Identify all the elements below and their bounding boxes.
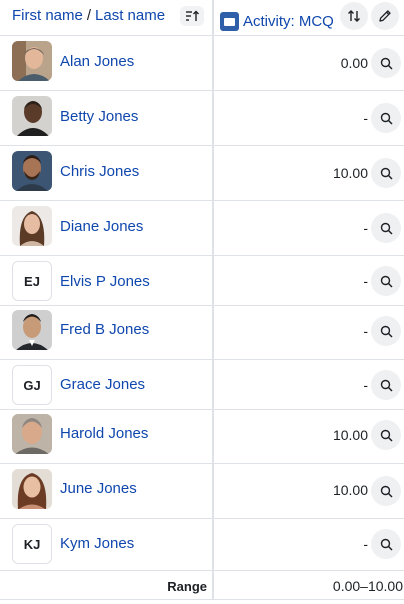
search-icon (380, 538, 393, 551)
search-icon (380, 379, 393, 392)
grade-value: 0.00 (340, 55, 368, 71)
activity-column-header[interactable]: Activity: MCQ (243, 13, 334, 30)
student-name-link[interactable]: Diane Jones (60, 218, 143, 235)
table-header: First name / Last name Activity: MCQ (0, 0, 404, 36)
view-grade-button[interactable] (371, 266, 401, 296)
avatar-initials: KJ (12, 524, 52, 564)
sort-order-icon (186, 10, 199, 21)
table-row: KJ Kym Jones - (0, 519, 404, 570)
search-icon (380, 57, 393, 70)
grade-value: 10.00 (332, 427, 368, 443)
grader-report-table: First name / Last name Activity: MCQ Ala… (0, 0, 404, 604)
table-row: Fred B Jones - (0, 306, 404, 360)
sort-last-name-link[interactable]: Last name (95, 7, 165, 24)
avatar-initials: GJ (12, 365, 52, 405)
view-grade-button[interactable] (371, 103, 401, 133)
grade-value: - (363, 273, 368, 289)
search-icon (380, 112, 393, 125)
avatar (12, 41, 52, 81)
view-grade-button[interactable] (371, 213, 401, 243)
student-name-link[interactable]: Elvis P Jones (60, 273, 150, 290)
avatar-initials: EJ (12, 261, 52, 301)
collapse-expand-button[interactable] (340, 2, 368, 30)
grade-value: - (363, 377, 368, 393)
table-row: Harold Jones 10.00 (0, 410, 404, 464)
avatar (12, 206, 52, 246)
student-name-link[interactable]: Harold Jones (60, 425, 148, 442)
search-icon (380, 167, 393, 180)
table-row: Alan Jones 0.00 (0, 36, 404, 91)
avatar (12, 96, 52, 136)
edit-grades-button[interactable] (371, 2, 399, 30)
grade-value: - (363, 220, 368, 236)
table-row: June Jones 10.00 (0, 464, 404, 519)
range-value: 0.00–10.00 (332, 578, 403, 594)
student-name-link[interactable]: Alan Jones (60, 53, 134, 70)
view-grade-button[interactable] (371, 370, 401, 400)
range-label: Range (167, 579, 207, 594)
grade-value: 10.00 (332, 165, 368, 181)
sort-toggle-button[interactable] (180, 6, 204, 26)
view-grade-button[interactable] (371, 476, 401, 506)
avatar (12, 310, 52, 350)
table-row: Betty Jones - (0, 91, 404, 146)
view-grade-button[interactable] (371, 420, 401, 450)
table-row: EJ Elvis P Jones - (0, 256, 404, 306)
range-row: Range 0.00–10.00 (0, 570, 404, 600)
student-name-link[interactable]: Grace Jones (60, 376, 145, 393)
student-name-link[interactable]: Betty Jones (60, 108, 138, 125)
view-grade-button[interactable] (371, 158, 401, 188)
table-row: Chris Jones 10.00 (0, 146, 404, 201)
student-name-link[interactable]: June Jones (60, 480, 137, 497)
swap-arrows-icon (348, 10, 360, 22)
search-icon (380, 485, 393, 498)
view-grade-button[interactable] (371, 316, 401, 346)
avatar (12, 469, 52, 509)
grade-value: - (363, 110, 368, 126)
table-row: Diane Jones - (0, 201, 404, 256)
student-name-link[interactable]: Chris Jones (60, 163, 139, 180)
name-separator: / (86, 7, 92, 24)
quiz-activity-icon (220, 12, 239, 31)
avatar (12, 414, 52, 454)
view-grade-button[interactable] (371, 529, 401, 559)
grade-value: - (363, 323, 368, 339)
view-grade-button[interactable] (371, 48, 401, 78)
student-name-link[interactable]: Kym Jones (60, 535, 134, 552)
table-row: GJ Grace Jones - (0, 360, 404, 410)
pencil-icon (379, 10, 391, 22)
search-icon (380, 325, 393, 338)
grade-value: 10.00 (332, 482, 368, 498)
search-icon (380, 222, 393, 235)
student-name-link[interactable]: Fred B Jones (60, 321, 149, 338)
avatar (12, 151, 52, 191)
grade-value: - (363, 536, 368, 552)
sort-first-name-link[interactable]: First name (12, 7, 83, 24)
name-column-header: First name / Last name (12, 7, 165, 24)
search-icon (380, 275, 393, 288)
search-icon (380, 429, 393, 442)
